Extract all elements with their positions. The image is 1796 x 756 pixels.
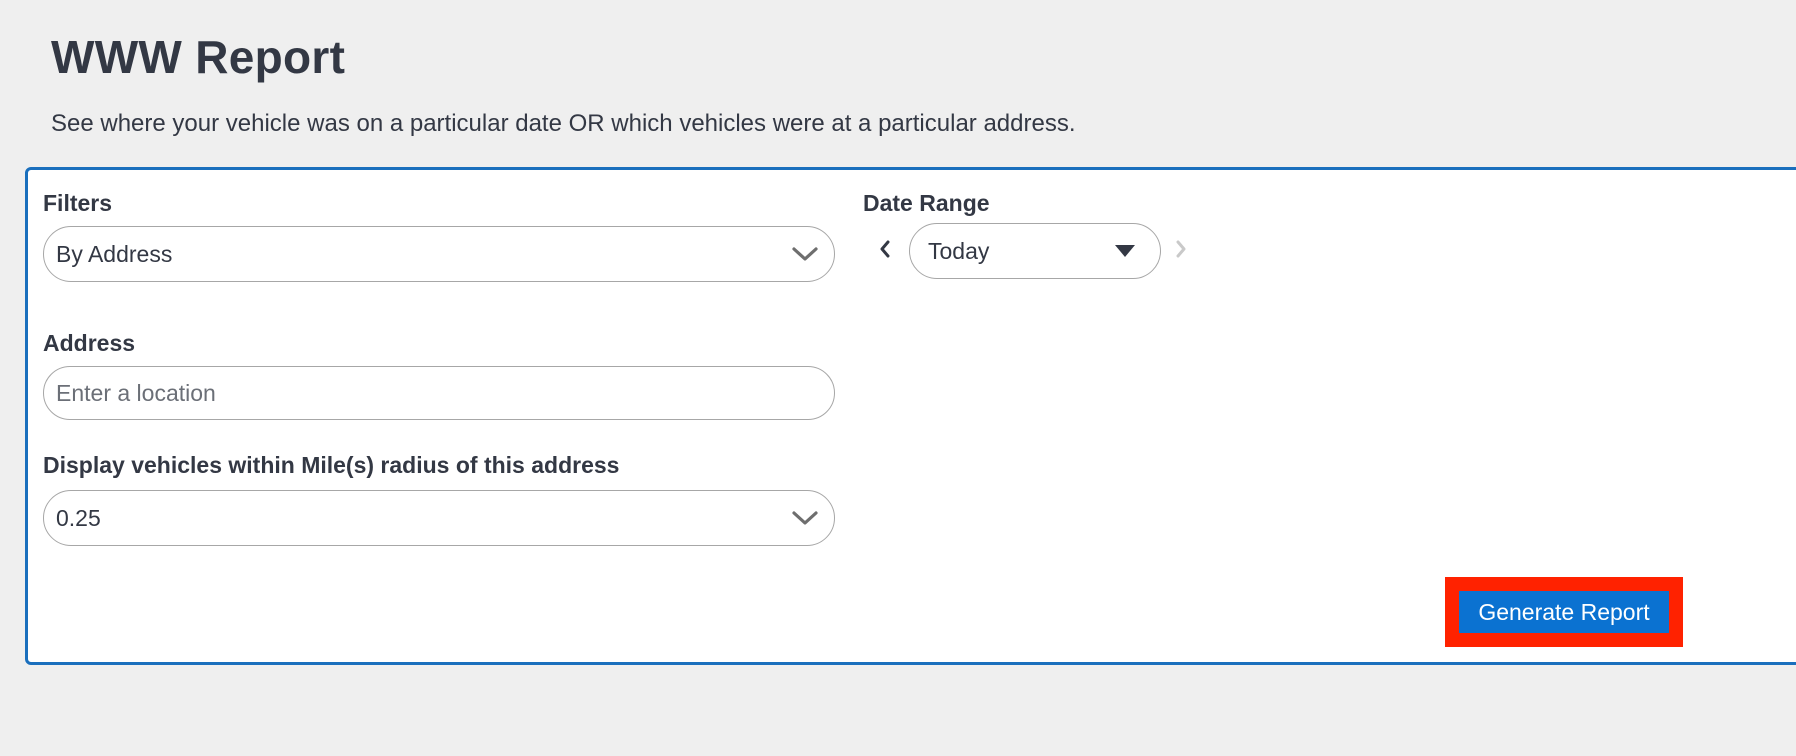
page-subtitle: See where your vehicle was on a particul… [51,110,1076,137]
radius-select[interactable]: 0.25 [43,490,835,546]
generate-report-highlight: Generate Report [1445,577,1683,647]
generate-report-button[interactable]: Generate Report [1459,591,1669,633]
chevron-down-icon [792,247,818,261]
report-filter-card: Filters By Address Date Range Today Addr… [25,167,1796,665]
chevron-left-icon [880,240,890,258]
address-field[interactable] [43,366,835,420]
filters-select[interactable]: By Address [43,226,835,282]
page-title: WWW Report [51,31,346,83]
filters-label: Filters [43,190,113,216]
radius-selected-value: 0.25 [56,504,101,531]
date-next-button[interactable] [1167,235,1195,263]
chevron-right-icon [1176,240,1186,258]
chevron-down-icon [792,511,818,525]
date-range-label: Date Range [863,190,990,216]
date-prev-button[interactable] [871,235,899,263]
filters-selected-value: By Address [56,240,173,267]
address-input[interactable] [56,379,834,407]
date-range-selected-value: Today [928,237,990,264]
caret-down-icon [1115,245,1135,257]
date-range-select[interactable]: Today [909,223,1161,279]
address-label: Address [43,330,136,356]
radius-label: Display vehicles within Mile(s) radius o… [43,452,620,478]
